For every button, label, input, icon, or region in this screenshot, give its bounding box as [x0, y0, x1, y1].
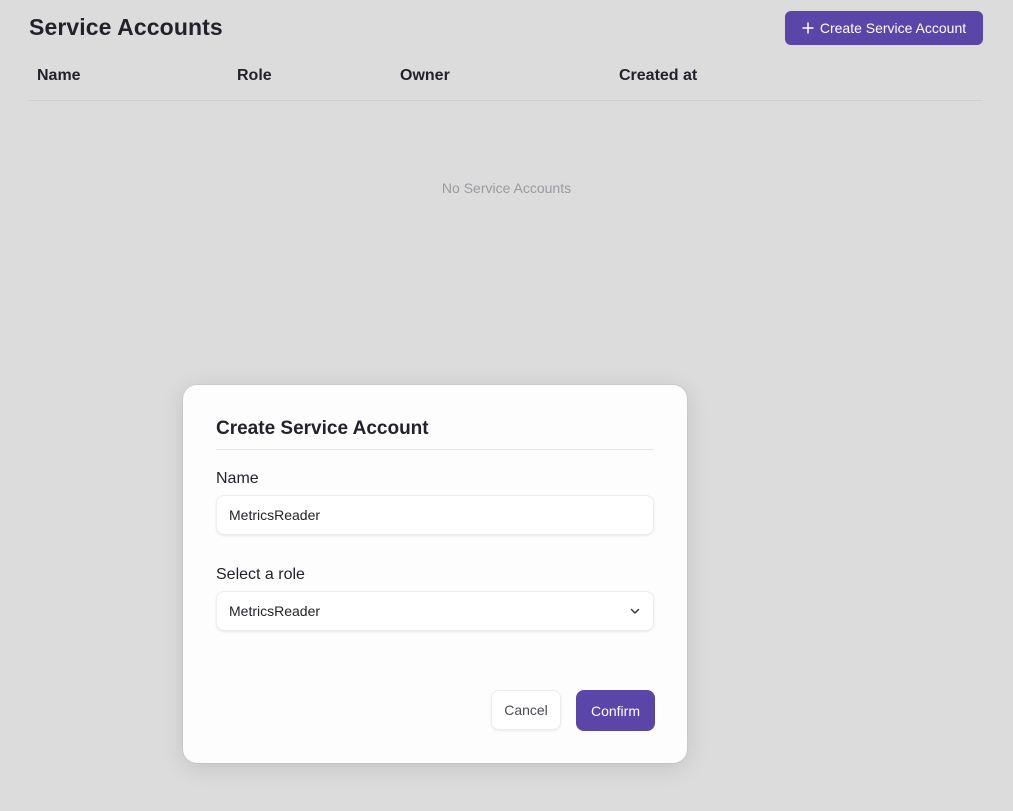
cancel-button[interactable]: Cancel — [491, 690, 561, 730]
create-service-account-modal: Create Service Account Name Select a rol… — [183, 385, 687, 763]
column-header-name[interactable]: Name — [37, 67, 81, 85]
confirm-button[interactable]: Confirm — [576, 690, 655, 731]
role-field-label: Select a role — [216, 566, 305, 583]
column-header-created-at[interactable]: Created at — [619, 67, 697, 85]
chevron-down-icon — [630, 608, 640, 614]
create-service-account-label: Create Service Account — [819, 20, 967, 36]
modal-divider — [216, 449, 654, 450]
column-header-role[interactable]: Role — [237, 67, 272, 85]
plus-icon — [802, 22, 814, 34]
name-field-label: Name — [216, 470, 259, 487]
role-select-value: MetricsReader — [229, 603, 321, 619]
page-title: Service Accounts — [29, 14, 223, 40]
column-header-owner[interactable]: Owner — [400, 67, 450, 85]
modal-title: Create Service Account — [216, 418, 429, 439]
role-select[interactable]: MetricsReader — [216, 591, 654, 631]
create-service-account-button[interactable]: Create Service Account — [785, 11, 983, 45]
empty-state-text: No Service Accounts — [441, 180, 572, 196]
table-header: Name Role Owner Created at — [28, 56, 983, 101]
name-input[interactable] — [216, 495, 654, 535]
